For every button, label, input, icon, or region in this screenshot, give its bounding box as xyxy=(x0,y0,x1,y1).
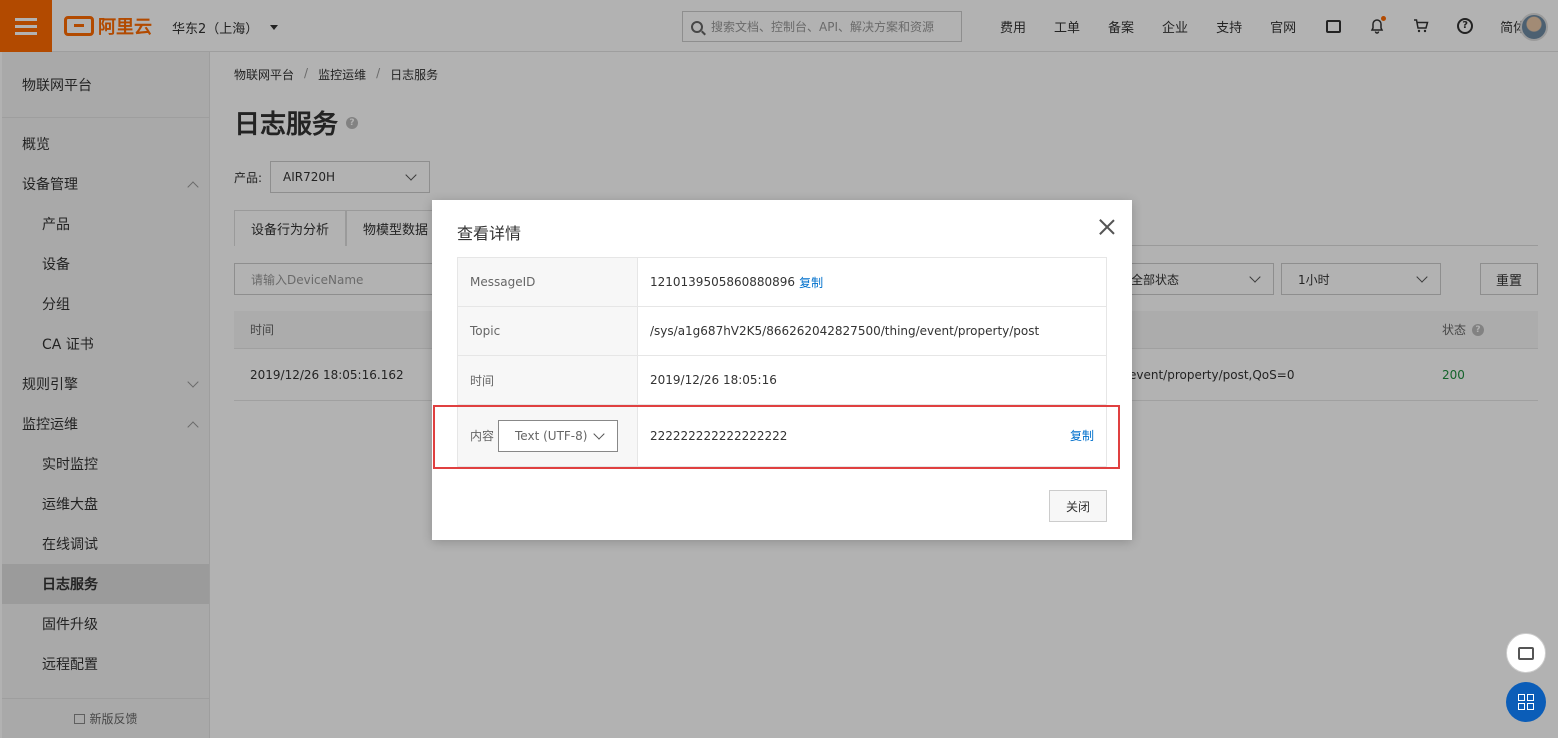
close-icon[interactable] xyxy=(1098,218,1116,236)
encoding-select[interactable]: Text (UTF-8) xyxy=(498,419,619,452)
content-value: 222222222222222222 xyxy=(650,428,788,443)
detail-table: MessageID 1210139505860880896 复制 Topic /… xyxy=(457,257,1107,467)
detail-label: MessageID xyxy=(458,258,638,306)
detail-row-topic: Topic /sys/a1g687hV2K5/866262042827500/t… xyxy=(458,307,1106,356)
time-value: 2019/12/26 18:05:16 xyxy=(650,373,777,387)
detail-label: 内容 Text (UTF-8) xyxy=(458,405,638,466)
copy-message-id-link[interactable]: 复制 xyxy=(799,274,823,291)
detail-row-content: 内容 Text (UTF-8) 222222222222222222 复制 xyxy=(458,405,1106,466)
apps-grid-icon xyxy=(1518,694,1534,710)
chat-button[interactable] xyxy=(1506,633,1546,673)
detail-label: 时间 xyxy=(458,356,638,404)
detail-dialog: 查看详情 MessageID 1210139505860880896 复制 To… xyxy=(432,200,1132,540)
apps-button[interactable] xyxy=(1506,682,1546,722)
message-id-value: 1210139505860880896 xyxy=(650,275,796,289)
copy-content-link[interactable]: 复制 xyxy=(1070,427,1094,444)
content-label: 内容 xyxy=(470,429,495,443)
chevron-down-icon xyxy=(593,427,605,440)
detail-row-message-id: MessageID 1210139505860880896 复制 xyxy=(458,258,1106,307)
detail-label: Topic xyxy=(458,307,638,355)
chat-icon xyxy=(1518,646,1534,660)
detail-value: 1210139505860880896 复制 xyxy=(638,258,1106,306)
close-button[interactable]: 关闭 xyxy=(1049,490,1107,522)
encoding-select-value: Text (UTF-8) xyxy=(515,428,588,443)
topic-value: /sys/a1g687hV2K5/866262042827500/thing/e… xyxy=(650,324,1040,338)
detail-value: 222222222222222222 复制 xyxy=(638,405,1106,466)
detail-row-time: 时间 2019/12/26 18:05:16 xyxy=(458,356,1106,405)
dialog-title: 查看详情 xyxy=(457,224,522,243)
